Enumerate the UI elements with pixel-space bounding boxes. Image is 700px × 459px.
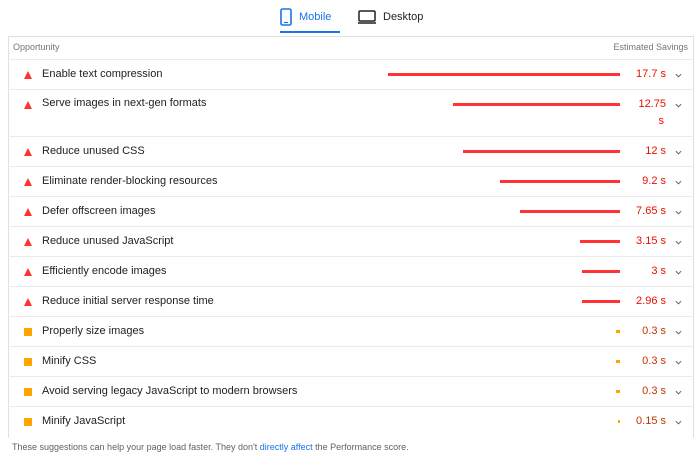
savings-bar	[582, 270, 620, 273]
opportunity-title: Avoid serving legacy JavaScript to moder…	[42, 385, 298, 397]
opportunity-row[interactable]: Serve images in next-gen formats 12.75 s	[8, 89, 694, 136]
chevron-down-icon[interactable]	[675, 209, 682, 216]
device-tabs: Mobile Desktop	[0, 0, 700, 36]
opportunity-title: Minify CSS	[42, 355, 97, 367]
chevron-down-icon[interactable]	[675, 72, 682, 79]
opportunity-column-header: Opportunity	[13, 42, 60, 52]
opportunity-title: Reduce unused JavaScript	[42, 235, 174, 247]
opportunity-row[interactable]: Reduce unused JavaScript 3.15 s	[8, 226, 694, 256]
chevron-down-icon[interactable]	[675, 299, 682, 306]
savings-value: 9.2 s	[642, 175, 666, 187]
fail-triangle-icon	[24, 177, 32, 186]
fail-triangle-icon	[24, 237, 32, 246]
savings-bar	[463, 150, 620, 153]
savings-bar	[520, 210, 620, 213]
opportunity-row[interactable]: Reduce unused CSS 12 s	[8, 136, 694, 166]
opportunity-title: Enable text compression	[42, 68, 163, 80]
savings-value: 0.3 s	[642, 355, 666, 367]
savings-bar	[500, 180, 620, 183]
directly-affect-link[interactable]: directly affect	[260, 442, 313, 452]
chevron-down-icon[interactable]	[675, 359, 682, 366]
opportunity-title: Eliminate render-blocking resources	[42, 175, 218, 187]
savings-bar	[616, 330, 620, 333]
chevron-down-icon[interactable]	[675, 419, 682, 426]
savings-value: 7.65 s	[636, 205, 666, 217]
savings-value: 3.15 s	[636, 235, 666, 247]
average-square-icon	[24, 417, 32, 426]
savings-bar	[582, 300, 620, 303]
fail-triangle-icon	[24, 267, 32, 276]
opportunity-title: Efficiently encode images	[42, 265, 167, 277]
opportunity-row[interactable]: Defer offscreen images 7.65 s	[8, 196, 694, 226]
chevron-down-icon[interactable]	[675, 102, 682, 109]
savings-value: 3 s	[651, 265, 666, 277]
savings-value: 17.7 s	[636, 68, 666, 80]
opportunity-row[interactable]: Efficiently encode images 3 s	[8, 256, 694, 286]
fail-triangle-icon	[24, 297, 32, 306]
opportunity-title: Properly size images	[42, 325, 145, 337]
opportunity-row[interactable]: Reduce initial server response time 2.96 …	[8, 286, 694, 316]
opportunity-row[interactable]: Minify JavaScript 0.15 s	[8, 406, 694, 436]
fail-triangle-icon	[24, 207, 32, 216]
chevron-down-icon[interactable]	[675, 329, 682, 336]
estimated-savings-column-header: Estimated Savings	[613, 42, 688, 52]
savings-bar	[616, 390, 620, 393]
average-square-icon	[24, 327, 32, 336]
savings-bar	[618, 420, 620, 423]
tab-desktop[interactable]: Desktop	[358, 0, 430, 34]
tab-mobile-label: Mobile	[299, 11, 332, 23]
chevron-down-icon[interactable]	[675, 179, 682, 186]
average-square-icon	[24, 357, 32, 366]
savings-bar	[616, 360, 620, 363]
opportunity-row[interactable]: Enable text compression 17.7 s	[8, 59, 694, 89]
footer-text-before: These suggestions can help your page loa…	[12, 442, 260, 452]
footer-text-after: the Performance score.	[312, 442, 409, 452]
chevron-down-icon[interactable]	[675, 149, 682, 156]
savings-unit: s	[658, 115, 665, 127]
savings-bar	[388, 73, 620, 76]
desktop-monitor-icon	[358, 10, 376, 24]
chevron-down-icon[interactable]	[675, 239, 682, 246]
opportunity-title: Minify JavaScript	[42, 415, 126, 427]
savings-bar	[580, 240, 620, 243]
fail-triangle-icon	[24, 70, 32, 79]
chevron-down-icon[interactable]	[675, 389, 682, 396]
chevron-down-icon[interactable]	[675, 269, 682, 276]
savings-value: 12 s	[645, 145, 666, 157]
average-square-icon	[24, 387, 32, 396]
opportunity-title: Defer offscreen images	[42, 205, 156, 217]
savings-value: 0.3 s	[642, 385, 666, 397]
savings-value: 12.75	[638, 98, 666, 110]
mobile-phone-icon	[280, 8, 292, 26]
fail-triangle-icon	[24, 147, 32, 156]
savings-value: 0.3 s	[642, 325, 666, 337]
fail-triangle-icon	[24, 101, 32, 109]
opportunities-header: Opportunity Estimated Savings	[8, 36, 694, 58]
opportunity-title: Serve images in next-gen formats	[42, 97, 207, 109]
savings-value: 2.96 s	[636, 295, 666, 307]
active-tab-indicator	[280, 31, 340, 33]
opportunity-row[interactable]: Avoid serving legacy JavaScript to moder…	[8, 376, 694, 406]
savings-bar	[453, 103, 620, 106]
opportunity-title: Reduce unused CSS	[42, 145, 145, 157]
opportunity-title: Reduce initial server response time	[42, 295, 214, 307]
tab-mobile[interactable]: Mobile	[280, 0, 340, 34]
tab-desktop-label: Desktop	[383, 11, 424, 23]
opportunity-row[interactable]: Properly size images 0.3 s	[8, 316, 694, 346]
opportunity-row[interactable]: Minify CSS 0.3 s	[8, 346, 694, 376]
savings-value: 0.15 s	[636, 415, 666, 427]
footer-note: These suggestions can help your page loa…	[12, 442, 409, 452]
opportunity-row[interactable]: Eliminate render-blocking resources 9.2 s	[8, 166, 694, 196]
